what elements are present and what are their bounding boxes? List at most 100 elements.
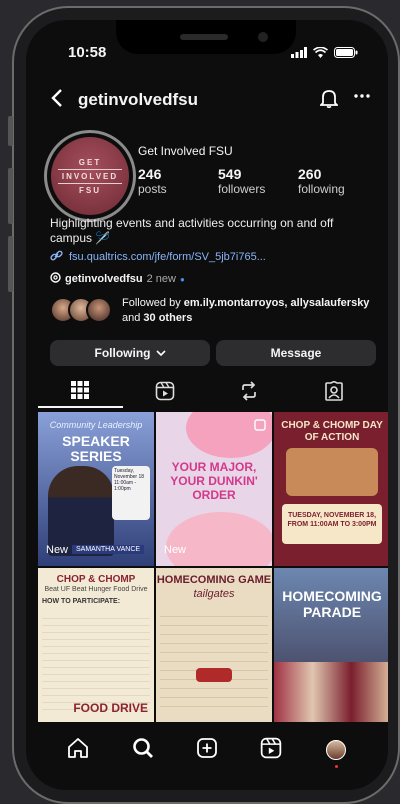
new-badge: New (164, 544, 187, 556)
post-line2: Beat UF Beat Hunger Food Drive (44, 586, 148, 593)
post-line1: HOMECOMING GAME (156, 574, 272, 586)
post-thumbnail[interactable]: CHOP & CHOMP DAY OF ACTION TUESDAY, NOVE… (274, 412, 388, 566)
stat-followers[interactable]: 549 followers (218, 166, 298, 196)
volume-down-button (8, 236, 13, 292)
chevron-down-icon (155, 346, 166, 360)
search-icon (132, 737, 154, 764)
post-line1: CHOP & CHOMP (56, 574, 136, 585)
truck-graphic (196, 668, 232, 682)
profile-link[interactable]: fsu.qualtrics.com/jfe/form/SV_5jb7i765..… (50, 249, 266, 265)
post-line2: tailgates (193, 588, 235, 600)
profile-bio: Highlighting events and activities occur… (50, 216, 334, 245)
nav-reels[interactable] (239, 725, 303, 775)
nav-profile[interactable] (304, 725, 368, 775)
follower-avatars (50, 297, 122, 325)
reels-icon (260, 737, 282, 764)
grid-icon (71, 380, 90, 404)
post-thumbnail[interactable]: Community Leadership SPEAKER SERIES Tues… (38, 412, 154, 566)
post-line1: HOMECOMING PARADE (282, 588, 382, 620)
new-dot-icon: ● (179, 274, 185, 284)
status-time: 10:58 (68, 44, 107, 61)
threads-new: 2 new (146, 273, 176, 285)
nav-create[interactable] (175, 725, 239, 775)
followed-prefix: Followed by (122, 297, 184, 309)
stat-following[interactable]: 260 following (298, 166, 378, 196)
notification-bell-icon[interactable] (318, 88, 340, 113)
stat-value: 260 (298, 166, 322, 182)
nav-search[interactable] (110, 725, 174, 775)
threads-badge[interactable]: getinvolvedfsu 2 new ● (50, 272, 185, 286)
stat-value: 246 (138, 166, 162, 182)
avatar-text-3: FSU (79, 185, 101, 195)
more-options-icon[interactable] (354, 86, 370, 111)
followed-by[interactable]: Followed by em.ily.montarroyos, allysala… (50, 296, 372, 326)
profile-name: Get Involved FSU (138, 144, 233, 158)
status-icons (291, 45, 358, 62)
repost-icon (239, 380, 259, 406)
header-username: getinvolvedfsu (78, 90, 198, 109)
post-line3: HOW TO PARTICIPATE: (42, 598, 121, 605)
follower-avatar (86, 297, 112, 323)
profile-stats: 246 posts 549 followers 260 following (138, 166, 378, 196)
post-thumbnail[interactable]: HOMECOMING PARADE (274, 568, 388, 722)
post-card: Tuesday, November 18 11:00am - 1:00pm (112, 466, 150, 520)
multi-post-icon (254, 418, 266, 436)
threads-icon (50, 272, 61, 286)
stat-value: 549 (218, 166, 242, 182)
avatar-text-2: INVOLVED (57, 168, 123, 184)
posts-grid: Community Leadership SPEAKER SERIES Tues… (38, 412, 388, 722)
post-thumbnail[interactable]: CHOP & CHOMP Beat UF Beat Hunger Food Dr… (38, 568, 154, 722)
profile-avatar-icon (325, 740, 346, 768)
screen: 10:58 getinvolvedfsu GET INVOLVED FSU Ge… (26, 20, 388, 790)
stat-label: posts (138, 182, 167, 196)
status-bar: 10:58 (26, 40, 388, 64)
following-label: Following (94, 346, 151, 360)
signal-icon (291, 45, 307, 62)
post-illustration (286, 448, 378, 496)
mute-switch (8, 116, 13, 146)
nav-home[interactable] (46, 725, 110, 775)
threads-handle: getinvolvedfsu (65, 273, 143, 285)
add-post-icon (196, 737, 218, 764)
stat-label: following (298, 182, 345, 196)
post-speaker-name: SAMANTHA VANCE (72, 545, 145, 554)
home-icon (67, 737, 89, 764)
reels-icon (155, 381, 175, 406)
tagged-icon (324, 380, 344, 406)
wifi-icon (313, 45, 328, 62)
tab-posts[interactable] (38, 378, 123, 408)
post-list-graphic (160, 608, 268, 712)
post-line2: TUESDAY, NOVEMBER 18, FROM 11:00AM TO 3:… (282, 504, 382, 544)
post-line4: FOOD DRIVE (73, 701, 148, 715)
bottom-nav (26, 725, 388, 775)
volume-up-button (8, 168, 13, 224)
link-text: fsu.qualtrics.com/jfe/form/SV_5jb7i765..… (69, 251, 266, 263)
profile-actions: Following Message (50, 340, 376, 366)
tab-reposts[interactable] (207, 378, 292, 408)
new-badge: New (46, 544, 69, 556)
followed-middle: and (122, 312, 144, 324)
link-icon (50, 249, 63, 265)
avatar-text-1: GET (78, 157, 102, 167)
tab-tagged[interactable] (292, 378, 377, 408)
donut-graphic (166, 512, 272, 566)
followed-names: em.ily.montarroyos, allysalaufersky (183, 297, 370, 309)
following-button[interactable]: Following (50, 340, 210, 366)
message-label: Message (270, 346, 322, 360)
post-line1: YOUR MAJOR, YOUR DUNKIN' ORDER (170, 460, 258, 502)
post-line2: SPEAKER SERIES (62, 433, 130, 464)
profile-avatar[interactable]: GET INVOLVED FSU (44, 130, 136, 222)
followed-by-text: Followed by em.ily.montarroyos, allysala… (122, 296, 372, 326)
profile-tabs (38, 378, 376, 408)
post-thumbnail[interactable]: HOMECOMING GAME tailgates (156, 568, 272, 722)
stat-posts[interactable]: 246 posts (138, 166, 218, 196)
stat-label: followers (218, 182, 266, 196)
battery-icon (334, 45, 358, 62)
post-list-graphic (42, 612, 150, 712)
tab-reels[interactable] (123, 378, 208, 408)
message-button[interactable]: Message (216, 340, 376, 366)
post-thumbnail[interactable]: YOUR MAJOR, YOUR DUNKIN' ORDER New (156, 412, 272, 566)
back-icon[interactable] (50, 88, 64, 114)
avatar-logo: GET INVOLVED FSU (51, 137, 129, 215)
post-line1: Community Leadership (49, 420, 143, 430)
